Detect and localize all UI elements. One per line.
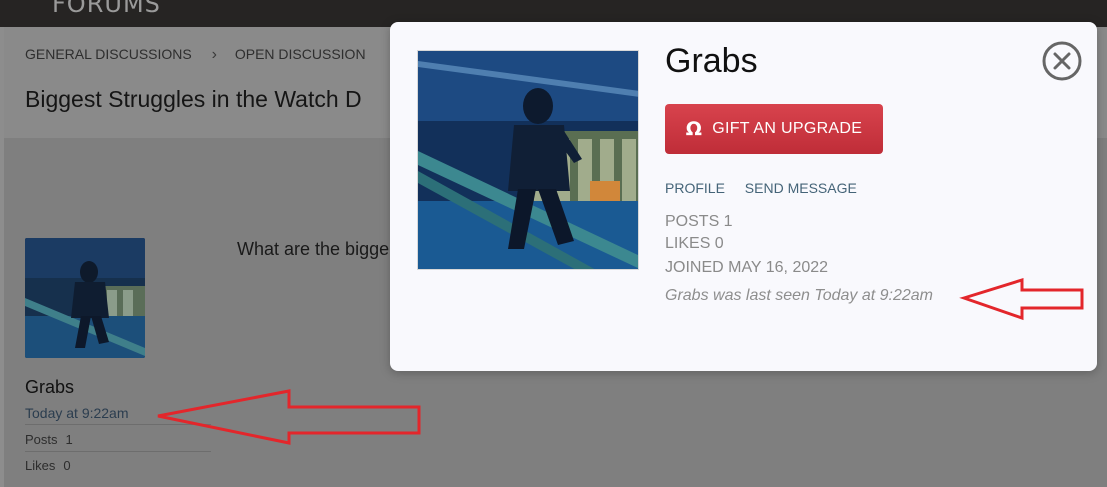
breadcrumb-item-open-discussion[interactable]: OPEN DISCUSSION [235, 46, 366, 62]
post-body-text: What are the bigge [237, 239, 390, 259]
annotation-arrow-left [959, 277, 1084, 321]
thread-title: Biggest Struggles in the Watch D [25, 86, 362, 112]
chevron-right-icon: › [211, 46, 217, 63]
send-message-link[interactable]: SEND MESSAGE [745, 180, 857, 196]
profile-posts: POSTS 1 [665, 213, 733, 230]
likes-value: 0 [63, 458, 71, 473]
likes-label: Likes [25, 458, 56, 473]
post-author-name[interactable]: Grabs [25, 377, 74, 398]
profile-likes: LIKES 0 [665, 235, 724, 252]
site-title[interactable]: FORUMS [52, 0, 161, 18]
posts-label: Posts [25, 432, 58, 447]
profile-last-seen: Grabs was last seen Today at 9:22am [665, 287, 933, 304]
breadcrumb-item-general-discussions[interactable]: GENERAL DISCUSSIONS [25, 46, 192, 62]
gift-upgrade-button[interactable]: Ω GIFT AN UPGRADE [665, 104, 883, 154]
close-icon[interactable] [1041, 40, 1083, 82]
profile-name: Grabs [665, 42, 758, 80]
profile-joined: JOINED MAY 16, 2022 [665, 259, 829, 276]
profile-link[interactable]: PROFILE [665, 180, 725, 196]
profile-links: PROFILE SEND MESSAGE [665, 180, 873, 196]
profile-avatar[interactable] [417, 50, 639, 270]
gift-upgrade-label: GIFT AN UPGRADE [712, 120, 863, 137]
post-author-avatar[interactable] [25, 238, 145, 358]
annotation-arrow-left [157, 389, 421, 445]
posts-value: 1 [65, 432, 73, 447]
breadcrumb: GENERAL DISCUSSIONS › OPEN DISCUSSION [25, 46, 366, 64]
omega-icon: Ω [685, 118, 703, 140]
post-author-likes: Likes 0 [25, 458, 211, 473]
